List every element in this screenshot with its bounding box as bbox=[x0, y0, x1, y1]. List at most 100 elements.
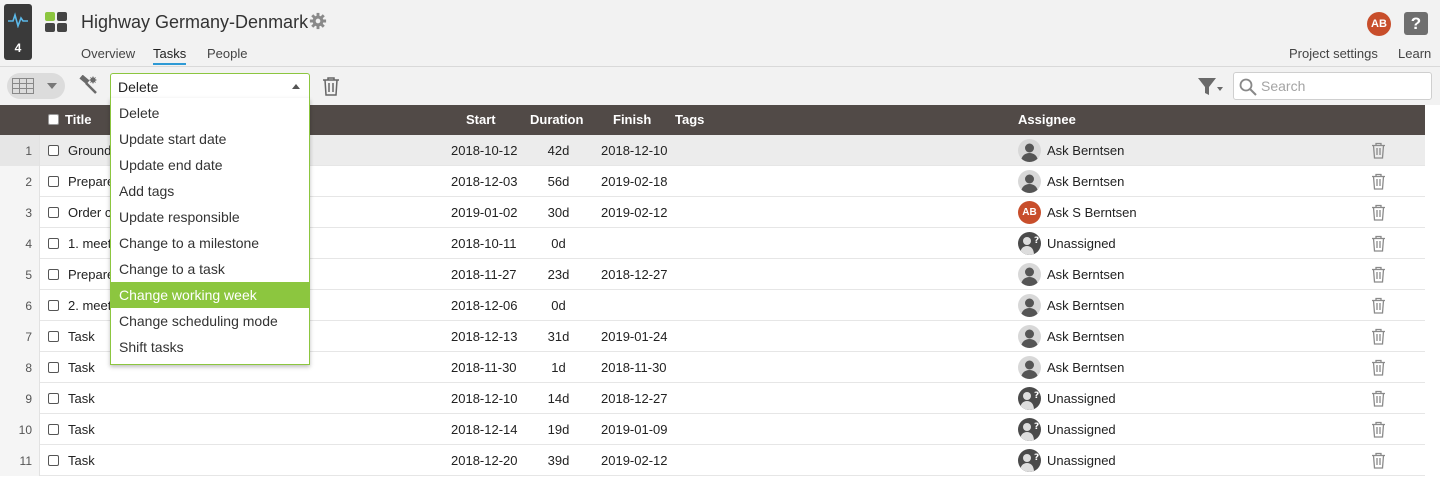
task-duration[interactable]: 31d bbox=[530, 329, 587, 344]
bulk-action-option[interactable]: Change to a milestone bbox=[111, 230, 309, 256]
task-finish-date[interactable]: 2019-01-24 bbox=[601, 329, 668, 344]
row-checkbox[interactable] bbox=[48, 424, 59, 435]
task-start-date[interactable]: 2018-12-06 bbox=[451, 298, 518, 313]
task-finish-date[interactable]: 2019-02-12 bbox=[601, 205, 668, 220]
trash-icon[interactable] bbox=[322, 76, 340, 96]
gear-icon[interactable] bbox=[309, 12, 327, 30]
task-duration[interactable]: 1d bbox=[530, 360, 587, 375]
bulk-action-option[interactable]: Delete bbox=[111, 100, 309, 126]
row-checkbox[interactable] bbox=[48, 455, 59, 466]
task-duration[interactable]: 39d bbox=[530, 453, 587, 468]
assignee-name[interactable]: Ask Berntsen bbox=[1047, 298, 1124, 313]
task-duration[interactable]: 56d bbox=[530, 174, 587, 189]
task-finish-date[interactable]: 2018-11-30 bbox=[601, 360, 667, 375]
task-duration[interactable]: 0d bbox=[530, 298, 587, 313]
task-title[interactable]: Task bbox=[68, 453, 95, 468]
row-checkbox[interactable] bbox=[48, 300, 59, 311]
trash-icon[interactable] bbox=[1371, 235, 1386, 252]
trash-icon[interactable] bbox=[1371, 142, 1386, 159]
trash-icon[interactable] bbox=[1371, 421, 1386, 438]
column-tags[interactable]: Tags bbox=[675, 112, 704, 127]
task-finish-date[interactable]: 2019-01-09 bbox=[601, 422, 668, 437]
learn-link[interactable]: Learn bbox=[1398, 46, 1431, 61]
task-start-date[interactable]: 2018-12-14 bbox=[451, 422, 518, 437]
task-duration[interactable]: 0d bbox=[530, 236, 587, 251]
column-assignee[interactable]: Assignee bbox=[1018, 112, 1076, 127]
user-avatar[interactable]: AB bbox=[1367, 12, 1391, 36]
assignee-name[interactable]: Ask S Berntsen bbox=[1047, 205, 1137, 220]
task-duration[interactable]: 30d bbox=[530, 205, 587, 220]
task-title[interactable]: Task bbox=[68, 329, 95, 344]
bulk-action-option[interactable]: Update responsible bbox=[111, 204, 309, 230]
assignee-name[interactable]: Ask Berntsen bbox=[1047, 143, 1124, 158]
assignee-name[interactable]: Ask Berntsen bbox=[1047, 267, 1124, 282]
table-row[interactable]: 10 Task 2018-12-14 19d 2019-01-09 ? Unas… bbox=[0, 414, 1425, 445]
task-finish-date[interactable]: 2019-02-18 bbox=[601, 174, 668, 189]
bulk-action-option[interactable]: Update end date bbox=[111, 152, 309, 178]
trash-icon[interactable] bbox=[1371, 359, 1386, 376]
trash-icon[interactable] bbox=[1371, 204, 1386, 221]
bulk-action-option[interactable]: Change scheduling mode bbox=[111, 308, 309, 334]
trash-icon[interactable] bbox=[1371, 297, 1386, 314]
assignee-name[interactable]: Unassigned bbox=[1047, 391, 1116, 406]
column-start[interactable]: Start bbox=[466, 112, 496, 127]
trash-icon[interactable] bbox=[1371, 266, 1386, 283]
column-duration[interactable]: Duration bbox=[530, 112, 583, 127]
task-title[interactable]: Ground bbox=[68, 143, 111, 158]
table-row[interactable]: 11 Task 2018-12-20 39d 2019-02-12 ? Unas… bbox=[0, 445, 1425, 476]
row-checkbox[interactable] bbox=[48, 176, 59, 187]
view-switcher[interactable] bbox=[7, 73, 65, 99]
trash-icon[interactable] bbox=[1371, 173, 1386, 190]
task-finish-date[interactable]: 2018-12-27 bbox=[601, 267, 668, 282]
assignee-name[interactable]: Unassigned bbox=[1047, 422, 1116, 437]
task-finish-date[interactable]: 2018-12-10 bbox=[601, 143, 668, 158]
tab-people[interactable]: People bbox=[207, 46, 247, 61]
column-finish[interactable]: Finish bbox=[613, 112, 651, 127]
task-duration[interactable]: 42d bbox=[530, 143, 587, 158]
task-title[interactable]: Task bbox=[68, 422, 95, 437]
task-start-date[interactable]: 2018-12-20 bbox=[451, 453, 518, 468]
task-duration[interactable]: 19d bbox=[530, 422, 587, 437]
bulk-action-select[interactable]: Delete bbox=[110, 73, 310, 99]
assignee-name[interactable]: Unassigned bbox=[1047, 236, 1116, 251]
search-input[interactable] bbox=[1261, 76, 1426, 96]
bulk-action-option[interactable]: Shift tasks bbox=[111, 334, 309, 360]
tab-overview[interactable]: Overview bbox=[81, 46, 135, 61]
filter-icon[interactable] bbox=[1198, 77, 1224, 97]
row-checkbox[interactable] bbox=[48, 238, 59, 249]
task-start-date[interactable]: 2018-11-27 bbox=[451, 267, 517, 282]
row-checkbox[interactable] bbox=[48, 145, 59, 156]
row-checkbox[interactable] bbox=[48, 331, 59, 342]
task-start-date[interactable]: 2019-01-02 bbox=[451, 205, 518, 220]
bulk-action-option[interactable]: Update start date bbox=[111, 126, 309, 152]
task-title[interactable]: Order c bbox=[68, 205, 111, 220]
trash-icon[interactable] bbox=[1371, 452, 1386, 469]
task-start-date[interactable]: 2018-12-03 bbox=[451, 174, 518, 189]
task-start-date[interactable]: 2018-12-10 bbox=[451, 391, 518, 406]
assignee-name[interactable]: Ask Berntsen bbox=[1047, 329, 1124, 344]
task-title[interactable]: Task bbox=[68, 391, 95, 406]
bulk-action-option[interactable]: Add tags bbox=[111, 178, 309, 204]
task-start-date[interactable]: 2018-10-11 bbox=[451, 236, 517, 251]
row-checkbox[interactable] bbox=[48, 207, 59, 218]
task-title[interactable]: Task bbox=[68, 360, 95, 375]
bulk-action-option[interactable]: Change working week bbox=[111, 282, 309, 308]
task-title[interactable]: 1. meet bbox=[68, 236, 111, 251]
app-grid-logo-icon[interactable] bbox=[45, 12, 69, 32]
search-field[interactable] bbox=[1233, 72, 1432, 100]
table-row[interactable]: 9 Task 2018-12-10 14d 2018-12-27 ? Unass… bbox=[0, 383, 1425, 414]
task-duration[interactable]: 23d bbox=[530, 267, 587, 282]
tab-tasks[interactable]: Tasks bbox=[153, 46, 187, 65]
trash-icon[interactable] bbox=[1371, 328, 1386, 345]
row-checkbox[interactable] bbox=[48, 393, 59, 404]
assignee-name[interactable]: Unassigned bbox=[1047, 453, 1116, 468]
task-start-date[interactable]: 2018-12-13 bbox=[451, 329, 518, 344]
task-start-date[interactable]: 2018-10-12 bbox=[451, 143, 518, 158]
column-title[interactable]: Title bbox=[65, 112, 92, 127]
bulk-action-option[interactable]: Change to a task bbox=[111, 256, 309, 282]
task-finish-date[interactable]: 2018-12-27 bbox=[601, 391, 668, 406]
row-checkbox[interactable] bbox=[48, 269, 59, 280]
assignee-name[interactable]: Ask Berntsen bbox=[1047, 360, 1124, 375]
hammer-icon[interactable] bbox=[78, 75, 100, 95]
activity-button[interactable]: 4 bbox=[4, 4, 32, 60]
